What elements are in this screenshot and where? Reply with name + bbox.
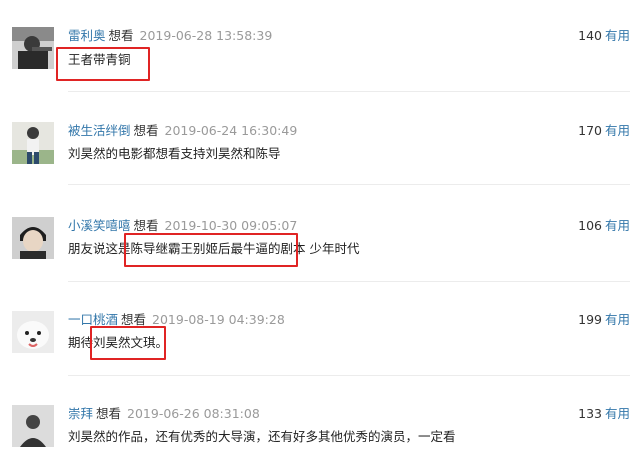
comment-time: 2019-06-24 16:30:49 [164, 123, 298, 138]
useful-button[interactable]: 有用 [605, 123, 630, 138]
watch-status: 想看 [96, 406, 122, 421]
username-link[interactable]: 雷利奥 [68, 28, 106, 43]
username-link[interactable]: 崇拜 [68, 406, 93, 421]
user-avatar-icon[interactable] [12, 27, 54, 69]
user-avatar-icon[interactable] [12, 217, 54, 259]
comment-time: 2019-06-26 08:31:08 [127, 406, 260, 421]
comment-item: 崇拜 想看 2019-06-26 08:31:08 133 有用 刘昊然的作品，还有… [0, 376, 640, 451]
comment-time: 2019-08-19 04:39:28 [152, 312, 285, 327]
comment-text: 刘昊然的作品，还有优秀的大导演，还有好多其他优秀的演员，一定看 [68, 429, 456, 444]
highlight-box [124, 233, 298, 267]
user-avatar-icon[interactable] [12, 122, 54, 164]
useful-button[interactable]: 有用 [605, 218, 630, 233]
useful-button[interactable]: 有用 [605, 406, 630, 421]
username-link[interactable]: 一口桃酒 [68, 312, 118, 327]
comment-time: 2019-10-30 09:05:07 [164, 218, 298, 233]
vote-count: 133 [578, 406, 602, 421]
watch-status: 想看 [133, 123, 159, 138]
useful-button[interactable]: 有用 [605, 28, 630, 43]
comment-item: 被生活绊倒 想看 2019-06-24 16:30:49 170 有用 刘昊然的电影… [0, 92, 640, 186]
watch-status: 想看 [121, 312, 147, 327]
useful-button[interactable]: 有用 [605, 312, 630, 327]
vote-count: 106 [578, 218, 602, 233]
comment-time: 2019-06-28 13:58:39 [139, 28, 273, 43]
username-link[interactable]: 被生活绊倒 [68, 123, 131, 138]
watch-status: 想看 [133, 218, 159, 233]
vote-count: 199 [578, 312, 602, 327]
user-avatar-icon[interactable] [12, 311, 54, 353]
comment-item: 小溪笑嘻嘻 想看 2019-10-30 09:05:07 106 有用 朋友说这是陈… [0, 186, 640, 282]
highlight-box [90, 326, 166, 360]
highlight-box [56, 47, 150, 81]
watch-status: 想看 [108, 28, 134, 43]
user-avatar-icon[interactable] [12, 405, 54, 447]
vote-count: 170 [578, 123, 602, 138]
vote-count: 140 [578, 28, 602, 43]
divider [68, 184, 630, 185]
username-link[interactable]: 小溪笑嘻嘻 [68, 218, 131, 233]
comment-text: 刘昊然的电影都想看支持刘昊然和陈导 [68, 146, 281, 161]
